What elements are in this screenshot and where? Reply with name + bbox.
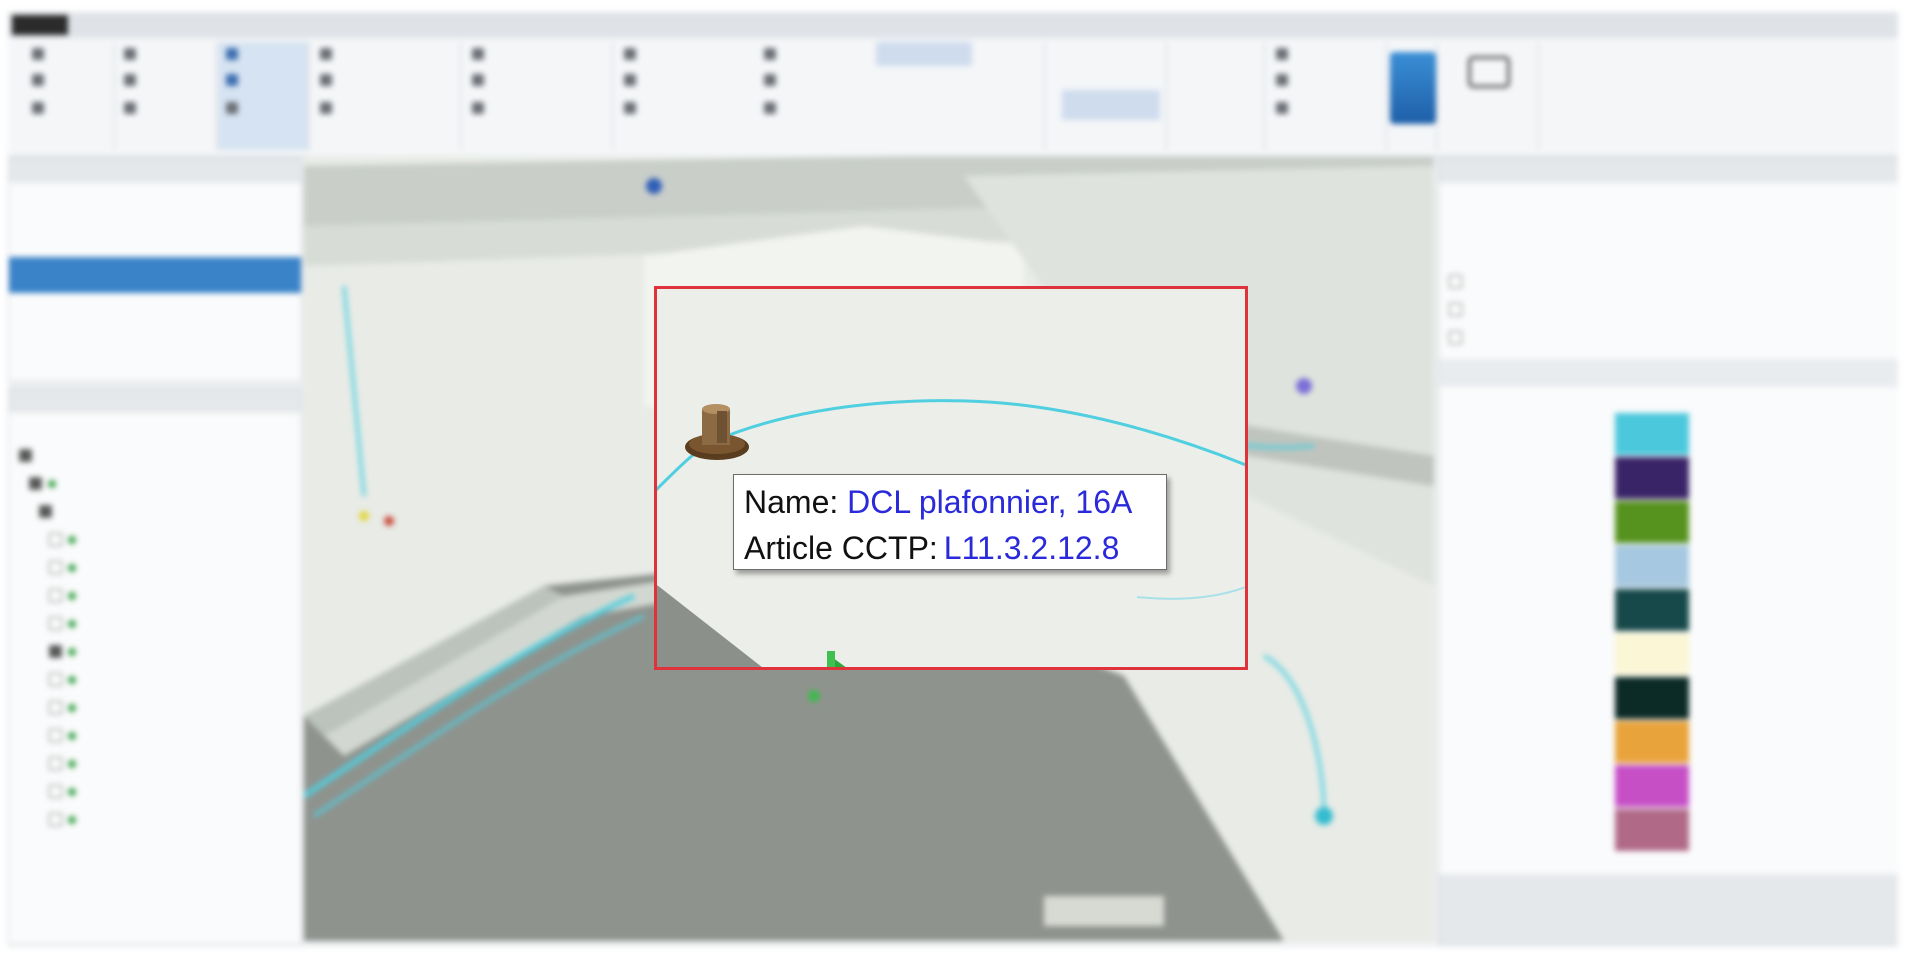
project-panel (8, 158, 302, 382)
tab-import-export[interactable] (126, 15, 224, 35)
project-file-row-selected[interactable] (9, 257, 301, 293)
tab-file[interactable] (12, 15, 68, 35)
tree-row[interactable] (9, 693, 301, 721)
colorisation-header (1439, 159, 1898, 183)
tree-row[interactable] (9, 637, 301, 665)
tree-row[interactable] (9, 665, 301, 693)
color-swatch[interactable] (1615, 413, 1689, 455)
option-row[interactable] (1439, 323, 1898, 351)
ribbon-group-10 (1388, 42, 1437, 150)
zoomed-inset: Name: DCL plafonnier, 16A Article CCTP: L… (654, 286, 1248, 670)
project-file-row[interactable] (9, 221, 301, 249)
color-swatch[interactable] (1615, 721, 1689, 763)
color-swatch[interactable] (1615, 677, 1689, 719)
tree-row[interactable] (9, 609, 301, 637)
color-swatch[interactable] (1615, 633, 1689, 675)
tree-row[interactable] (9, 749, 301, 777)
ribbon-group-4 (310, 42, 461, 150)
option-row[interactable] (1439, 267, 1898, 295)
colorisation-panel (1438, 158, 1898, 945)
color-table (1439, 413, 1898, 851)
project-panel-header (9, 159, 301, 183)
tree-row[interactable] (9, 469, 301, 497)
ribbon-group-7 (1056, 42, 1167, 150)
color-swatch[interactable] (1615, 589, 1689, 631)
tooltip-article-line: Article CCTP: L11.3.2.12.8 (744, 525, 1156, 571)
tooltip-article-label: Article CCTP: (744, 530, 938, 566)
ribbon (8, 38, 1898, 157)
tab-home[interactable] (66, 15, 126, 35)
color-swatch[interactable] (1615, 809, 1689, 851)
color-swatch[interactable] (1615, 501, 1689, 543)
ribbon-group-8 (1168, 42, 1265, 150)
tree-row[interactable] (9, 441, 301, 469)
option-row[interactable] (1439, 295, 1898, 323)
tree-row[interactable] (9, 525, 301, 553)
ribbon-tab-bar (8, 12, 1898, 38)
ribbon-group-11 (1438, 42, 1539, 150)
tree-row[interactable] (9, 497, 301, 525)
tooltip-name-line: Name: DCL plafonnier, 16A (744, 479, 1156, 525)
tree-row[interactable] (9, 805, 301, 833)
project-columns-header (9, 183, 301, 215)
color-swatch[interactable] (1615, 457, 1689, 499)
ribbon-group-9 (1266, 42, 1387, 150)
ribbon-group-3 (218, 42, 309, 150)
model-tree-header (9, 389, 301, 413)
tree-columns-header (9, 413, 301, 441)
tree-row[interactable] (9, 581, 301, 609)
color-table-header (1439, 359, 1898, 387)
ribbon-group-2 (116, 42, 217, 150)
tab-help[interactable] (230, 15, 280, 35)
tooltip-name-value: DCL plafonnier, 16A (847, 484, 1133, 520)
property-info (1439, 211, 1898, 239)
tree-row[interactable] (9, 721, 301, 749)
element-tooltip: Name: DCL plafonnier, 16A Article CCTP: L… (733, 474, 1167, 570)
tree-row[interactable] (9, 777, 301, 805)
colorisation-section (1439, 239, 1898, 267)
ribbon-group-6 (614, 42, 1045, 150)
color-swatch[interactable] (1615, 545, 1689, 587)
colorisation-toolbar (1439, 874, 1898, 944)
model-tree-panel (8, 388, 302, 945)
tree-row[interactable] (9, 553, 301, 581)
selection-info (1439, 183, 1898, 211)
ribbon-group-5 (462, 42, 613, 150)
tooltip-name-label: Name: (744, 484, 839, 520)
ribbon-group-1 (24, 42, 115, 150)
color-swatch[interactable] (1615, 765, 1689, 807)
tooltip-article-value: L11.3.2.12.8 (943, 530, 1120, 566)
